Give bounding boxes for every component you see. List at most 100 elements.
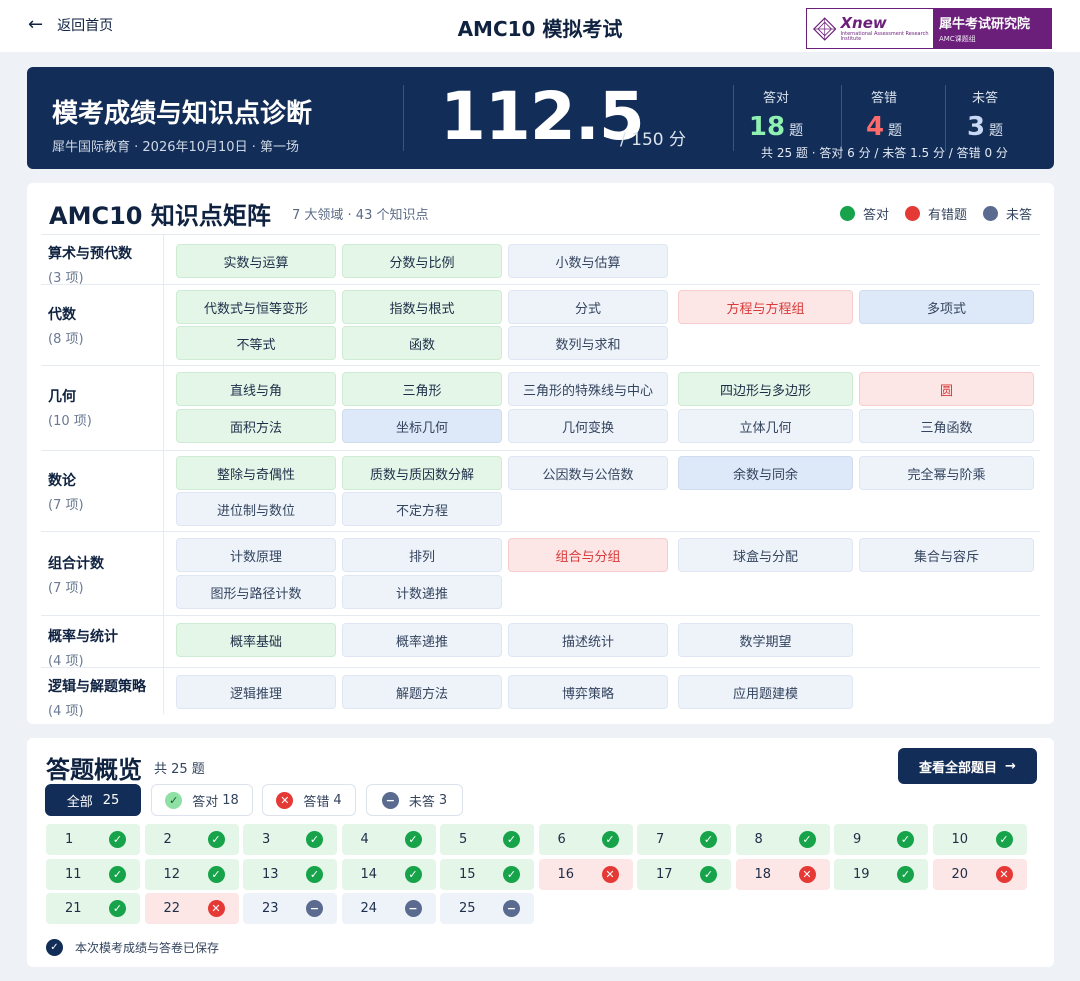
question-cell[interactable]: 3 ✓ <box>243 824 337 855</box>
question-cell[interactable]: 1 ✓ <box>46 824 140 855</box>
topic-chip[interactable]: 三角函数 <box>859 409 1034 443</box>
check-circle-icon: ✓ <box>503 831 520 848</box>
question-cell[interactable]: 16 ✕ <box>538 858 633 890</box>
topic-chip[interactable]: 球盒与分配 <box>678 538 853 572</box>
matrix-row-divider <box>41 667 1040 668</box>
topic-chip[interactable]: 不定方程 <box>342 492 502 526</box>
topic-chip[interactable]: 实数与运算 <box>176 244 336 278</box>
topic-chip[interactable]: 三角形 <box>342 372 502 406</box>
minus-circle-icon: − <box>503 900 520 917</box>
topic-chip[interactable]: 进位制与数位 <box>176 492 336 526</box>
topic-chip[interactable]: 数列与求和 <box>508 326 668 360</box>
topic-chip[interactable]: 描述统计 <box>508 623 668 657</box>
topic-chip[interactable]: 直线与角 <box>176 372 336 406</box>
topic-chip[interactable]: 质数与质因数分解 <box>342 456 502 490</box>
brand-small: AMC课题组 <box>939 35 976 43</box>
topic-chip[interactable]: 概率基础 <box>176 623 336 657</box>
topic-chip[interactable]: 三角形的特殊线与中心 <box>508 372 668 406</box>
question-cell[interactable]: 12 ✓ <box>144 858 239 890</box>
filter-wrong[interactable]: ✕ 答错 4 <box>262 784 356 816</box>
category-label: 代数 (8 项) <box>48 304 84 347</box>
question-number: 20 <box>951 866 969 882</box>
topic-chip[interactable]: 排列 <box>342 538 502 572</box>
topic-chip[interactable]: 图形与路径计数 <box>176 575 336 609</box>
question-cell[interactable]: 13 ✓ <box>243 858 337 890</box>
filter-all[interactable]: 全部 25 <box>45 784 141 816</box>
check-circle-icon: ✓ <box>109 900 126 917</box>
topic-chip[interactable]: 数学期望 <box>678 623 853 657</box>
topic-chip[interactable]: 面积方法 <box>176 409 336 443</box>
topic-chip[interactable]: 分数与比例 <box>342 244 502 278</box>
stat-wrong: 答错 4题 <box>839 87 929 142</box>
question-cell[interactable]: 7 ✓ <box>637 824 731 855</box>
filter-correct[interactable]: ✓ 答对 18 <box>151 784 253 816</box>
filter-label: 未答 <box>408 794 435 810</box>
category-label: 算术与预代数 (3 项) <box>48 243 132 286</box>
matrix-row-divider <box>41 615 1040 616</box>
question-cell[interactable]: 18 ✕ <box>735 858 830 890</box>
question-number: 14 <box>360 866 378 882</box>
topic-chip[interactable]: 完全幂与阶乘 <box>859 456 1034 490</box>
question-cell[interactable]: 4 ✓ <box>341 824 436 855</box>
topic-chip[interactable]: 概率递推 <box>342 623 502 657</box>
question-cell[interactable]: 19 ✓ <box>834 858 928 890</box>
question-cell[interactable]: 15 ✓ <box>440 858 534 890</box>
topic-chip[interactable]: 四边形与多边形 <box>678 372 853 406</box>
question-cell[interactable]: 2 ✓ <box>144 824 239 855</box>
topic-chip[interactable]: 多项式 <box>859 290 1034 324</box>
topic-chip[interactable]: 博弈策略 <box>508 675 668 709</box>
topic-chip[interactable]: 函数 <box>342 326 502 360</box>
filter-unanswered[interactable]: − 未答 3 <box>366 784 463 816</box>
topic-chip[interactable]: 计数原理 <box>176 538 336 572</box>
topic-chip[interactable]: 余数与同余 <box>678 456 853 490</box>
topic-chip[interactable]: 几何变换 <box>508 409 668 443</box>
topic-chip[interactable]: 小数与估算 <box>508 244 668 278</box>
topic-chip[interactable]: 应用题建模 <box>678 675 853 709</box>
topic-chip[interactable]: 圆 <box>859 372 1034 406</box>
question-cell[interactable]: 8 ✓ <box>735 824 830 855</box>
x-circle-icon: ✕ <box>207 900 225 917</box>
topic-chip[interactable]: 逻辑推理 <box>176 675 336 709</box>
topic-chip[interactable]: 坐标几何 <box>342 409 502 443</box>
topic-chip[interactable]: 计数递推 <box>342 575 502 609</box>
topic-chip[interactable]: 分式 <box>508 290 668 324</box>
topic-chip[interactable]: 指数与根式 <box>342 290 502 324</box>
question-number: 25 <box>459 901 476 916</box>
topic-chip[interactable]: 公因数与公倍数 <box>508 456 668 490</box>
question-cell[interactable]: 9 ✓ <box>834 824 928 855</box>
topic-chip[interactable]: 代数式与恒等变形 <box>176 290 336 324</box>
view-all-questions-button[interactable]: 查看全部题目 → <box>898 748 1037 784</box>
matrix-column-divider <box>163 234 164 714</box>
question-cell[interactable]: 6 ✓ <box>538 824 633 855</box>
question-cell[interactable]: 21 ✓ <box>46 893 140 924</box>
question-number: 16 <box>557 866 575 882</box>
question-cell[interactable]: 23 − <box>243 893 337 924</box>
topic-chip[interactable]: 不等式 <box>176 326 336 360</box>
divider <box>403 85 404 151</box>
question-number: 19 <box>853 866 870 882</box>
check-circle-icon: ✓ <box>109 831 126 848</box>
question-number: 6 <box>557 832 566 847</box>
question-cell[interactable]: 22 ✕ <box>144 893 239 924</box>
saved-notice: ✓ 本次模考成绩与答卷已保存 <box>46 939 219 956</box>
check-circle-icon: ✓ <box>995 831 1013 848</box>
question-cell[interactable]: 10 ✓ <box>932 824 1027 855</box>
topic-chip[interactable]: 集合与容斥 <box>859 538 1034 572</box>
question-number: 7 <box>656 832 665 847</box>
topic-chip[interactable]: 解题方法 <box>342 675 502 709</box>
topic-chip[interactable]: 立体几何 <box>678 409 853 443</box>
question-cell[interactable]: 11 ✓ <box>46 858 140 890</box>
question-cell[interactable]: 24 − <box>341 893 436 924</box>
stat-unit: 题 <box>789 123 804 139</box>
question-cell[interactable]: 20 ✕ <box>932 858 1027 890</box>
question-number: 21 <box>65 901 82 916</box>
topic-chip[interactable]: 方程与方程组 <box>678 290 853 324</box>
topic-chip[interactable]: 组合与分组 <box>508 538 668 572</box>
question-cell[interactable]: 17 ✓ <box>637 858 731 890</box>
matrix-row-divider <box>41 531 1040 532</box>
topic-chip[interactable]: 整除与奇偶性 <box>176 456 336 490</box>
question-cell[interactable]: 25 − <box>440 893 534 924</box>
question-number: 23 <box>262 901 279 916</box>
question-cell[interactable]: 14 ✓ <box>341 858 436 890</box>
question-cell[interactable]: 5 ✓ <box>440 824 534 855</box>
